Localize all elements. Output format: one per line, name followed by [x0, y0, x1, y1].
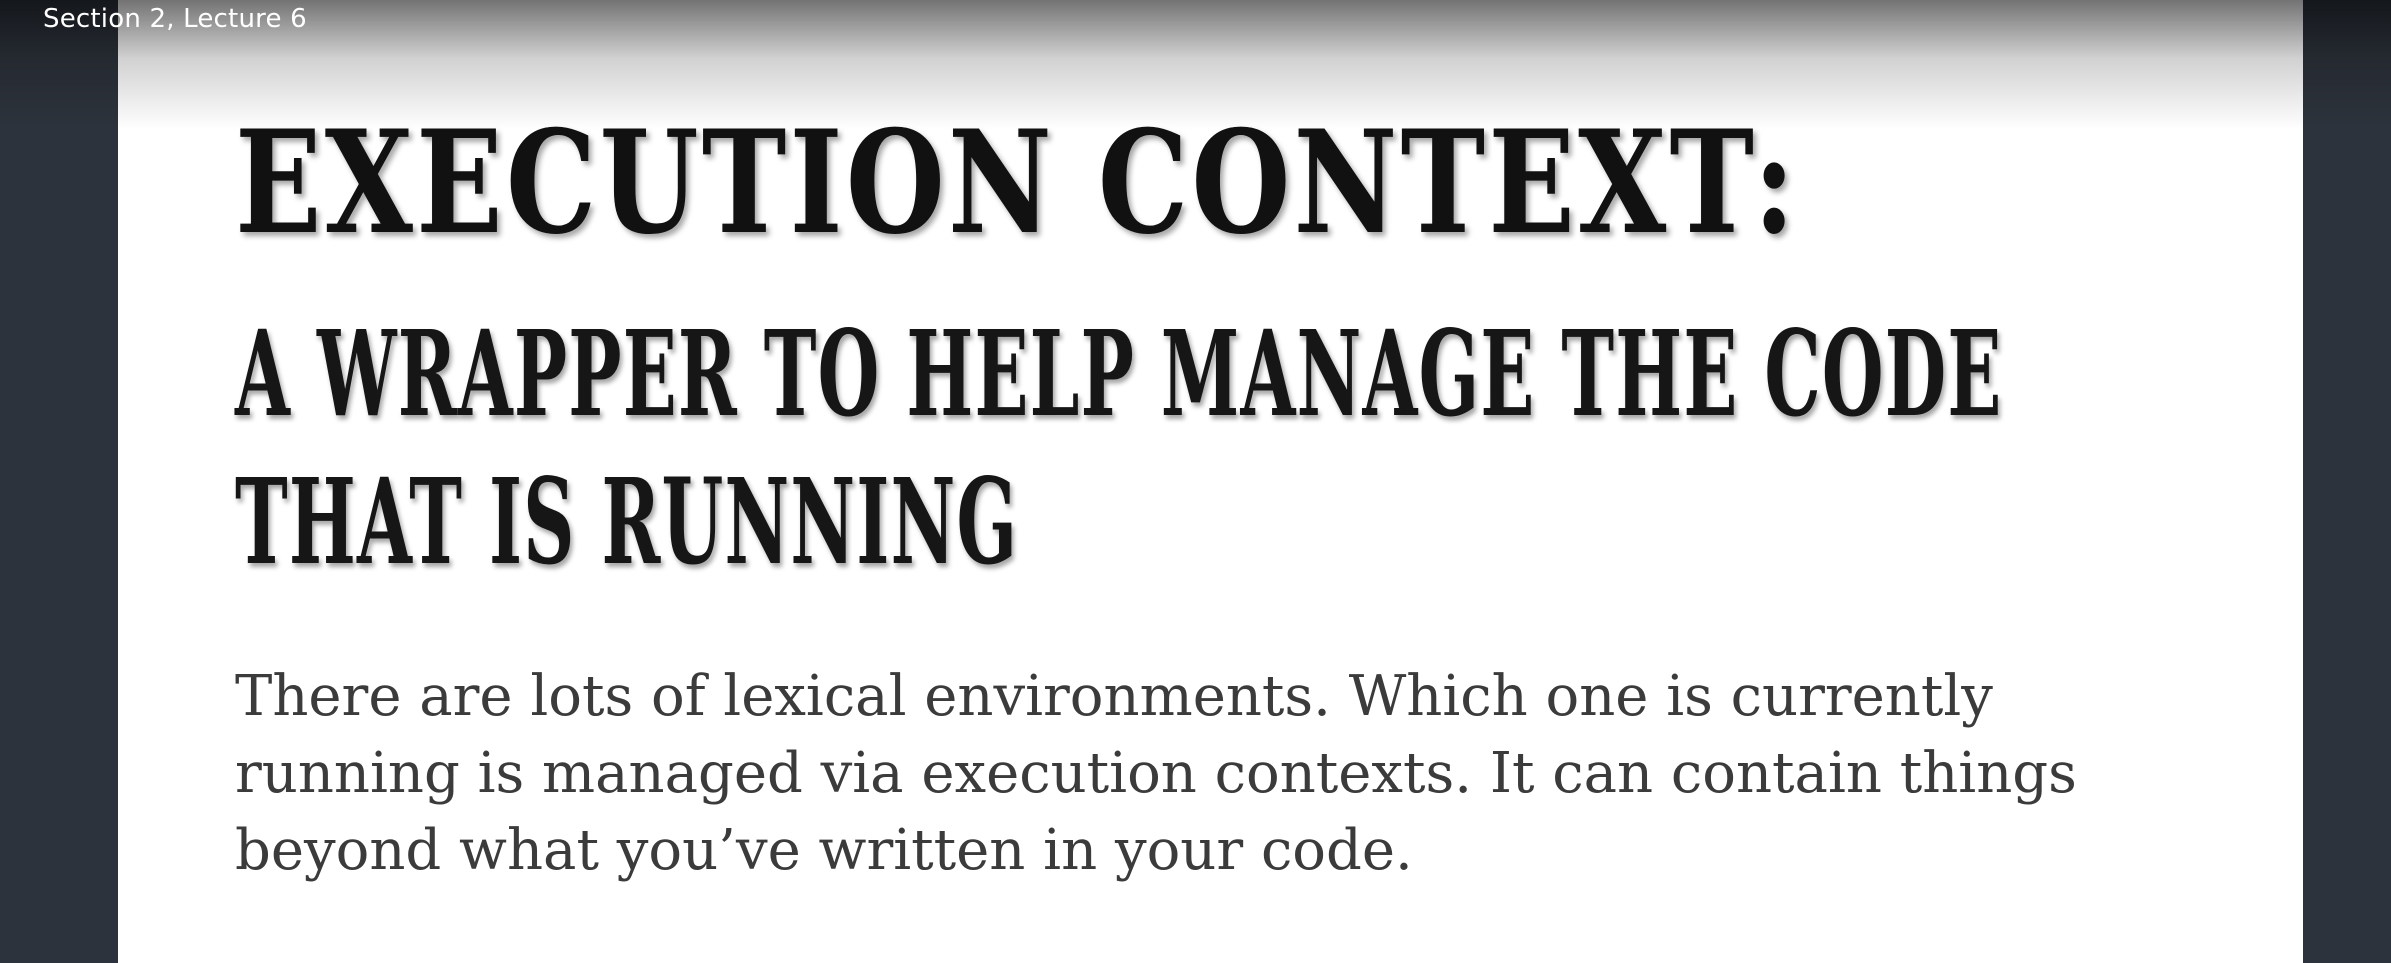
slide-subtitle-line-2: THAT IS RUNNING: [235, 452, 1019, 591]
lecture-slide: EXECUTION CONTEXT: A WRAPPER TO HELP MAN…: [118, 0, 2303, 963]
slide-subtitle: A WRAPPER TO HELP MANAGE THE CODE THAT I…: [235, 300, 2003, 596]
slide-subtitle-line-1: A WRAPPER TO HELP MANAGE THE CODE: [235, 304, 2003, 443]
lecture-title-label: Section 2, Lecture 6: [43, 4, 307, 34]
slide-body-text: There are lots of lexical environments. …: [235, 664, 2077, 883]
slide-title: EXECUTION CONTEXT:: [235, 100, 1799, 266]
video-player[interactable]: EXECUTION CONTEXT: A WRAPPER TO HELP MAN…: [0, 0, 2391, 963]
